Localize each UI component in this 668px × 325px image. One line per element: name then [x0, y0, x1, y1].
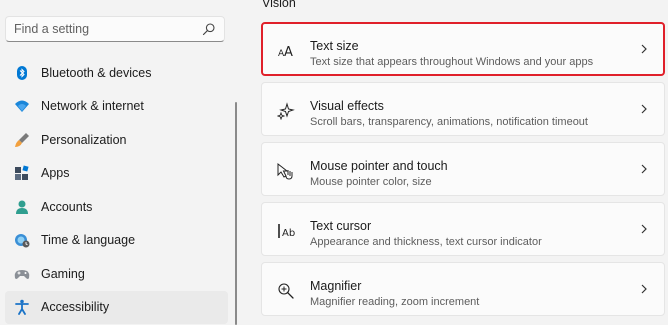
- text-cursor-icon: Ab: [276, 221, 296, 241]
- svg-text:A: A: [284, 45, 293, 60]
- chevron-right-icon: [641, 44, 647, 54]
- card-text-size[interactable]: AA Text size Text size that appears thro…: [261, 22, 665, 76]
- sidebar-item-label: Time & language: [41, 233, 136, 248]
- wifi-icon: [13, 97, 31, 115]
- card-title: Text cursor: [310, 219, 372, 233]
- chevron-right-icon: [641, 224, 647, 234]
- magnifier-icon: [276, 281, 296, 301]
- sidebar-nav: Bluetooth & devices Network & internet P…: [5, 56, 228, 324]
- sidebar-item-label: Accounts: [41, 199, 93, 214]
- svg-text:Ab: Ab: [282, 228, 295, 239]
- card-description: Scroll bars, transparency, animations, n…: [310, 116, 588, 128]
- settings-cards: AA Text size Text size that appears thro…: [261, 22, 665, 322]
- sidebar-item-label: Personalization: [41, 132, 127, 147]
- sidebar-item-label: Network & internet: [41, 99, 144, 114]
- chevron-right-icon: [641, 284, 647, 294]
- card-title: Magnifier: [310, 279, 362, 293]
- card-title: Visual effects: [310, 99, 384, 113]
- card-title: Text size: [310, 39, 359, 53]
- card-description: Text size that appears throughout Window…: [310, 56, 594, 68]
- section-title: Vision: [262, 0, 296, 10]
- sidebar-item-network-internet[interactable]: Network & internet: [5, 90, 228, 124]
- card-title: Mouse pointer and touch: [310, 159, 448, 173]
- sidebar-item-bluetooth-devices[interactable]: Bluetooth & devices: [5, 56, 228, 90]
- sidebar-item-accessibility[interactable]: Accessibility: [5, 290, 228, 324]
- card-text-cursor[interactable]: Ab Text cursor Appearance and thickness,…: [261, 202, 665, 256]
- sidebar-item-time-language[interactable]: Time & language: [5, 224, 228, 258]
- card-mouse-pointer-touch[interactable]: Mouse pointer and touch Mouse pointer co…: [261, 142, 665, 196]
- globe-clock-icon: [13, 231, 31, 249]
- sidebar-item-label: Apps: [41, 166, 70, 181]
- text-size-icon: AA: [276, 41, 296, 61]
- chevron-right-icon: [641, 164, 647, 174]
- accessibility-icon: [13, 298, 31, 316]
- card-description: Mouse pointer color, size: [310, 176, 432, 188]
- sidebar-item-label: Gaming: [41, 266, 85, 281]
- card-visual-effects[interactable]: Visual effects Scroll bars, transparency…: [261, 82, 665, 136]
- apps-icon: [13, 164, 31, 182]
- sidebar-item-personalization[interactable]: Personalization: [5, 123, 228, 157]
- card-description: Magnifier reading, zoom increment: [310, 296, 480, 308]
- sidebar-scrollbar[interactable]: [235, 102, 237, 325]
- sidebar: Bluetooth & devices Network & internet P…: [0, 0, 240, 325]
- sidebar-item-gaming[interactable]: Gaming: [5, 257, 228, 291]
- search-icon[interactable]: [202, 22, 216, 36]
- search-input[interactable]: [6, 17, 204, 41]
- bluetooth-icon: [13, 64, 31, 82]
- brush-icon: [13, 131, 31, 149]
- sparkle-icon: [276, 101, 296, 121]
- sidebar-item-label: Accessibility: [41, 300, 110, 315]
- sidebar-item-apps[interactable]: Apps: [5, 157, 228, 191]
- person-icon: [13, 198, 31, 216]
- search-box[interactable]: [5, 16, 225, 42]
- sidebar-item-label: Bluetooth & devices: [41, 65, 152, 80]
- gamepad-icon: [13, 265, 31, 283]
- card-description: Appearance and thickness, text cursor in…: [310, 236, 542, 248]
- pointer-touch-icon: [276, 161, 296, 181]
- sidebar-item-accounts[interactable]: Accounts: [5, 190, 228, 224]
- chevron-right-icon: [641, 104, 647, 114]
- card-magnifier[interactable]: Magnifier Magnifier reading, zoom increm…: [261, 262, 665, 316]
